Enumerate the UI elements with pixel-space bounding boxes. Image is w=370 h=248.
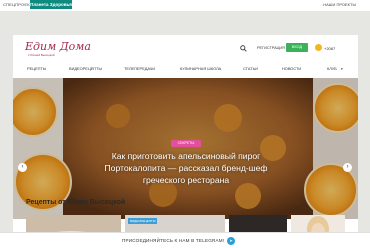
partner-banner[interactable]: Планета Здоровья <box>30 0 72 9</box>
main-card: Едим Дома с Юлией Высоцкой РЕГИСТРАЦИЯ В… <box>13 35 358 248</box>
chevron-down-icon: ▾ <box>341 67 343 71</box>
telegram-icon[interactable]: ➤ <box>227 236 235 245</box>
nav-item-video-recipes[interactable]: ВИДЕОРЕЦЕПТЫ <box>69 66 102 71</box>
nav-item-recipes[interactable]: РЕЦЕПТЫ <box>27 66 46 71</box>
coin-icon <box>315 44 322 51</box>
section-title: Рецепты от Юлии Высоцкой <box>26 199 126 206</box>
logo-subtitle: с Юлией Высоцкой <box>28 53 55 57</box>
nav-item-news[interactable]: НОВОСТИ <box>282 66 301 71</box>
nav-item-tv-shows[interactable]: ТЕЛЕПЕРЕДАЧИ <box>124 66 155 71</box>
login-button[interactable]: ВХОД <box>286 43 308 52</box>
nav-item-cooking-school[interactable]: КУЛИНАРНАЯ ШКОЛА <box>180 66 221 71</box>
hero-title[interactable]: Как приготовить апельсиновый пирог Порто… <box>95 150 277 186</box>
our-projects-menu[interactable]: НАШИ ПРОЕКТЫ <box>323 2 356 7</box>
site-logo[interactable]: Едим Дома <box>25 40 91 53</box>
register-link[interactable]: РЕГИСТРАЦИЯ <box>257 46 285 50</box>
telegram-bar[interactable]: ПРИСОЕДИНЯЙТЕСЬ К НАМ В TELEGRAM! ➤ <box>0 232 370 248</box>
nav-item-club[interactable]: КЛУБ <box>327 66 337 71</box>
telegram-text[interactable]: ПРИСОЕДИНЯЙТЕСЬ К НАМ В TELEGRAM! <box>122 238 224 243</box>
search-icon[interactable] <box>240 45 247 52</box>
top-strip: СПЕЦПРОЕКТЫ Планета Здоровья НАШИ ПРОЕКТ… <box>0 0 370 11</box>
next-slide-button[interactable]: › <box>343 163 352 172</box>
category-badge[interactable]: СЕКРЕТЫ <box>171 140 201 147</box>
hero-image <box>13 78 358 219</box>
video-recipe-badge: ВИДЕОРЕЦЕПТЫ <box>128 218 158 224</box>
nav-item-articles[interactable]: СТАТЬИ <box>243 66 258 71</box>
hero-slider[interactable]: СЕКРЕТЫ Как приготовить апельсиновый пир… <box>13 78 358 219</box>
coins-count[interactable]: +2087 <box>324 46 335 51</box>
main-nav: РЕЦЕПТЫ ВИДЕОРЕЦЕПТЫ ТЕЛЕПЕРЕДАЧИ КУЛИНА… <box>13 64 358 74</box>
prev-slide-button[interactable]: ‹ <box>18 163 27 172</box>
